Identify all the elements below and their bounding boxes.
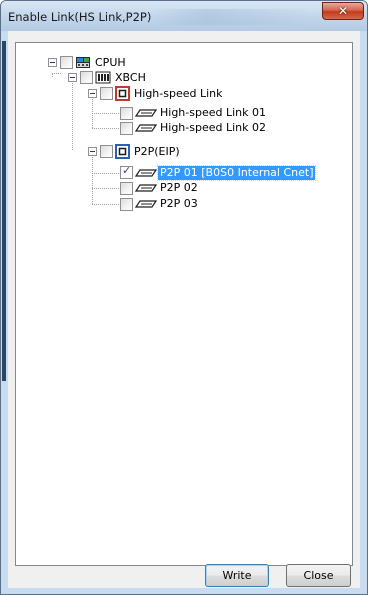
check-icon: ✓ bbox=[122, 164, 132, 177]
expand-collapse-toggle[interactable] bbox=[68, 73, 77, 82]
node-checkbox[interactable] bbox=[120, 182, 133, 195]
window-title: Enable Link(HS Link,P2P) bbox=[8, 10, 152, 24]
node-checkbox[interactable] bbox=[100, 87, 113, 100]
node-checkbox[interactable]: ✓ bbox=[120, 164, 133, 179]
link-tree-panel[interactable]: CPUH XBCH High-speed Link High-speed Lin… bbox=[15, 42, 353, 566]
link-block-icon bbox=[135, 109, 157, 117]
tree-connector bbox=[92, 128, 119, 129]
node-checkbox[interactable] bbox=[120, 122, 133, 135]
node-checkbox[interactable] bbox=[60, 56, 73, 69]
close-button[interactable]: Close bbox=[286, 564, 351, 587]
tree-connector bbox=[92, 113, 119, 114]
window-edge-accent bbox=[2, 41, 6, 381]
tree-connector bbox=[72, 81, 73, 150]
cpu-module-icon bbox=[76, 57, 90, 68]
title-bar[interactable]: Enable Link(HS Link,P2P) ✕ bbox=[1, 1, 367, 31]
tree-connector bbox=[92, 173, 119, 174]
expand-collapse-toggle[interactable] bbox=[88, 147, 97, 156]
link-block-icon bbox=[135, 124, 157, 132]
title-bar-glass bbox=[151, 9, 311, 25]
tree-node-label[interactable]: P2P(EIP) bbox=[134, 145, 180, 159]
link-tree[interactable]: CPUH XBCH High-speed Link High-speed Lin… bbox=[16, 43, 352, 565]
node-checkbox[interactable] bbox=[100, 145, 113, 158]
tree-connector bbox=[92, 157, 93, 204]
link-block-icon bbox=[135, 200, 157, 208]
tree-node-label[interactable]: CPUH bbox=[95, 56, 126, 70]
dialog-body: CPUH XBCH High-speed Link High-speed Lin… bbox=[8, 31, 360, 588]
tree-node-label[interactable]: High-speed Link bbox=[134, 87, 223, 101]
expand-collapse-toggle[interactable] bbox=[48, 58, 57, 67]
tree-connector bbox=[52, 73, 61, 74]
tree-node-label[interactable]: High-speed Link 02 bbox=[160, 121, 266, 135]
expand-collapse-toggle[interactable] bbox=[88, 89, 97, 98]
tree-node-label[interactable]: P2P 03 bbox=[160, 197, 198, 211]
tree-node-label[interactable]: XBCH bbox=[115, 71, 146, 85]
close-icon: ✕ bbox=[337, 4, 349, 18]
tree-connector bbox=[92, 188, 119, 189]
tree-connector bbox=[92, 204, 119, 205]
node-checkbox[interactable] bbox=[120, 107, 133, 120]
tree-node-label[interactable]: High-speed Link 01 bbox=[160, 106, 266, 120]
p2p-group-icon bbox=[115, 144, 130, 159]
close-window-button[interactable]: ✕ bbox=[322, 2, 364, 20]
tree-node-label-selected[interactable]: P2P 01 [B0S0 Internal Cnet] bbox=[156, 165, 317, 181]
enable-link-dialog: Enable Link(HS Link,P2P) ✕ CPUH XBCH Hig… bbox=[0, 0, 368, 595]
write-button[interactable]: Write bbox=[205, 564, 269, 587]
link-block-icon bbox=[135, 184, 157, 192]
tree-node-label[interactable]: P2P 02 bbox=[160, 181, 198, 195]
node-checkbox[interactable] bbox=[120, 198, 133, 211]
link-block-icon bbox=[135, 169, 157, 177]
high-speed-link-group-icon bbox=[115, 86, 130, 101]
node-checkbox[interactable] bbox=[80, 71, 93, 84]
plc-module-icon bbox=[95, 71, 111, 84]
